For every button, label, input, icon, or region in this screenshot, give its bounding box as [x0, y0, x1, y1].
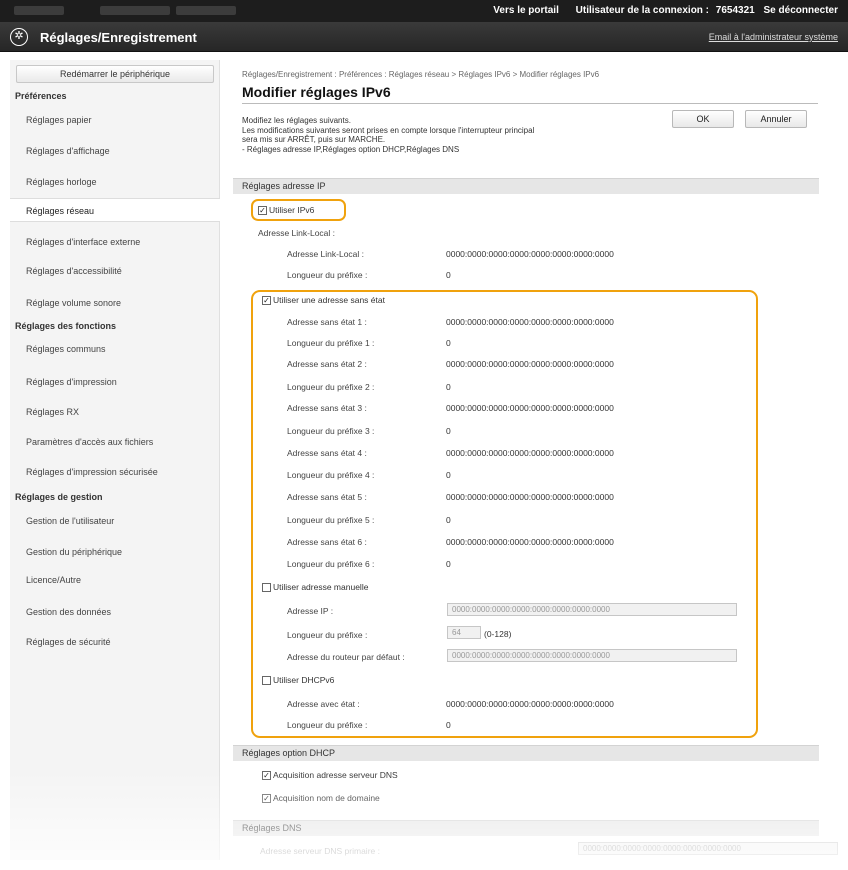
dns-server-acquisition-checkbox[interactable]: ✓ — [262, 771, 271, 780]
blurred-text — [14, 6, 64, 15]
sidebar: Redémarrer le périphérique Préférences R… — [10, 60, 220, 860]
highlight-stateless-section — [251, 290, 758, 738]
sidebar-item-security[interactable]: Réglages de sécurité — [10, 630, 220, 654]
primary-dns-label: Adresse serveur DNS primaire : — [260, 846, 380, 856]
restart-device-button[interactable]: Redémarrer le périphérique — [16, 65, 214, 83]
section-ip-settings: Réglages adresse IP — [233, 178, 819, 194]
sidebar-item-device-management[interactable]: Gestion du périphérique — [10, 540, 220, 564]
link-local-prefix-value: 0 — [446, 270, 451, 280]
sidebar-item-print[interactable]: Réglages d'impression — [10, 370, 220, 394]
link-local-value: 0000:0000:0000:0000:0000:0000:0000:0000 — [446, 249, 614, 259]
user-label: Utilisateur de la connexion : — [575, 5, 710, 16]
top-bar: Vers le portail Utilisateur de la connex… — [0, 0, 848, 22]
primary-dns-input[interactable]: 0000:0000:0000:0000:0000:0000:0000:0000 — [578, 842, 838, 855]
breadcrumb: Réglages/Enregistrement : Préférences : … — [242, 70, 600, 79]
sidebar-item-secure-print[interactable]: Réglages d'impression sécurisée — [10, 460, 220, 484]
sidebar-item-rx[interactable]: Réglages RX — [10, 400, 220, 424]
user-id: 7654321 — [715, 5, 755, 16]
domain-name-acquisition-checkbox[interactable]: ✓ — [262, 794, 271, 803]
sidebar-heading-functions: Réglages des fonctions — [15, 321, 117, 331]
sidebar-item-network[interactable]: Réglages réseau — [10, 198, 220, 222]
sidebar-heading-management: Réglages de gestion — [15, 492, 103, 502]
page-description: Modifiez les réglages suivants. Les modi… — [242, 116, 672, 154]
sidebar-item-file-access[interactable]: Paramètres d'accès aux fichiers — [10, 430, 220, 454]
dns-server-acquisition-label: Acquisition adresse serveur DNS — [273, 770, 398, 780]
top-links: Vers le portail Utilisateur de la connex… — [479, 5, 838, 16]
page-title: Modifier réglages IPv6 — [242, 84, 391, 100]
sidebar-heading-preferences: Préférences — [15, 91, 67, 101]
sidebar-item-external-interface[interactable]: Réglages d'interface externe — [10, 230, 220, 254]
logout-link[interactable]: Se déconnecter — [764, 5, 838, 16]
link-local-heading: Adresse Link-Local : — [258, 228, 336, 238]
highlight-use-ipv6 — [251, 199, 346, 221]
cancel-button[interactable]: Annuler — [745, 110, 807, 128]
section-dhcp-options: Réglages option DHCP — [233, 745, 819, 761]
section-dns: Réglages DNS — [233, 820, 819, 836]
blurred-text — [100, 6, 170, 15]
app-header: ✲ Réglages/Enregistrement Email à l'admi… — [0, 22, 848, 52]
domain-name-acquisition-label: Acquisition nom de domaine — [273, 793, 380, 803]
title-divider — [242, 103, 818, 104]
sidebar-item-paper[interactable]: Réglages papier — [10, 108, 220, 132]
sidebar-item-clock[interactable]: Réglages horloge — [10, 170, 220, 194]
ok-button[interactable]: OK — [672, 110, 734, 128]
portal-link[interactable]: Vers le portail — [493, 5, 559, 16]
app-title: Réglages/Enregistrement — [40, 30, 197, 45]
settings-logo-icon: ✲ — [10, 28, 28, 46]
sidebar-item-display[interactable]: Réglages d'affichage — [10, 139, 220, 163]
description-line: Les modifications suivantes seront prise… — [242, 125, 535, 135]
sidebar-item-common[interactable]: Réglages communs — [10, 337, 220, 361]
description-line: sera mis sur ARRÊT, puis sur MARCHE. — [242, 135, 386, 144]
blurred-text — [176, 6, 236, 15]
link-local-prefix-label: Longueur du préfixe : — [287, 270, 368, 280]
description-line: Modifiez les réglages suivants. — [242, 116, 351, 125]
admin-email-link[interactable]: Email à l'administrateur système — [709, 32, 838, 42]
sidebar-item-accessibility[interactable]: Réglages d'accessibilité — [10, 259, 220, 283]
link-local-label: Adresse Link-Local : — [287, 249, 365, 259]
sidebar-item-license[interactable]: Licence/Autre — [10, 568, 220, 592]
sidebar-item-volume[interactable]: Réglage volume sonore — [10, 291, 220, 315]
description-line: - Réglages adresse IP,Réglages option DH… — [242, 144, 460, 154]
sidebar-item-data-management[interactable]: Gestion des données — [10, 600, 220, 624]
sidebar-item-user-management[interactable]: Gestion de l'utilisateur — [10, 509, 220, 533]
